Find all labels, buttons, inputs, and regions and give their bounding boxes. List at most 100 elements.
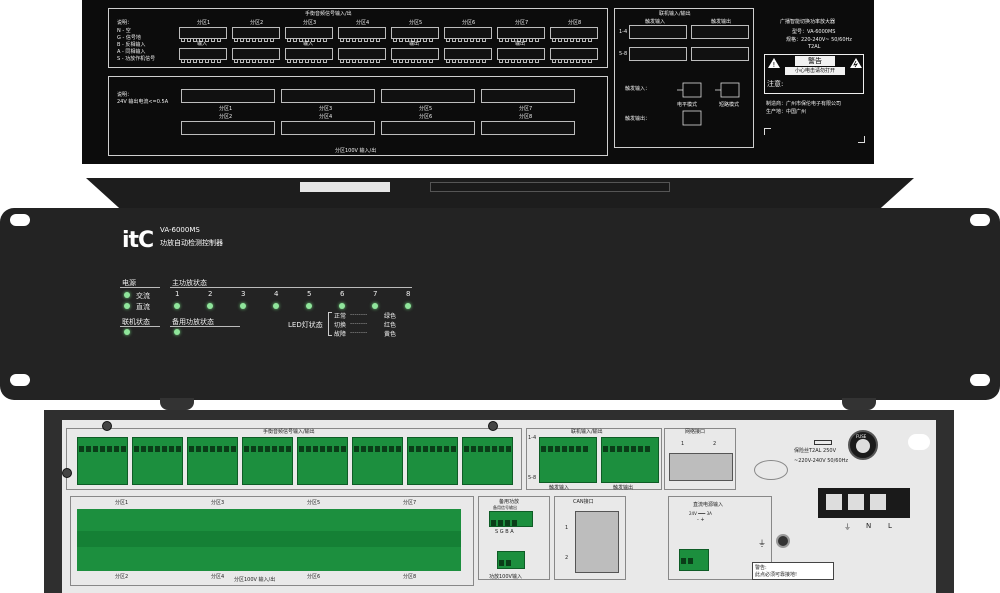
divider	[170, 287, 412, 288]
terminal-label: ⏚	[844, 523, 851, 531]
channel-number: 2	[208, 290, 213, 298]
status-dash: --------	[350, 329, 368, 336]
ground-post[interactable]	[776, 534, 790, 548]
channel-number: 5	[307, 290, 312, 298]
backup-led	[174, 329, 180, 335]
terminal-block	[338, 48, 386, 63]
channel-led	[207, 303, 213, 309]
rear-linkage-box: 联机输入/输出 1-4 5-8 触发输入 触发输出	[526, 428, 662, 491]
chassis-top-label	[300, 182, 390, 192]
dc-led	[124, 303, 130, 309]
rack-ear-slot	[970, 374, 990, 386]
linkage-row: 1-4	[528, 435, 537, 441]
screw	[102, 421, 112, 431]
ground-warning-text: 此点必须可靠接地!	[755, 572, 798, 578]
network-port[interactable]	[669, 453, 733, 481]
terminal-block	[497, 551, 525, 569]
zone-tab: 分区8	[568, 20, 582, 26]
zone-tab: 分区3	[319, 106, 333, 112]
legend-line: A - 同相输入	[117, 49, 146, 55]
chassis-top-label	[430, 182, 670, 192]
terminal-block	[285, 27, 333, 42]
power-terminal-block[interactable]	[818, 488, 910, 518]
dc-spec: 24V ═══ 3A	[689, 511, 712, 516]
terminal-block	[179, 48, 227, 63]
terminal-block	[285, 48, 333, 63]
terminal-block	[550, 27, 598, 42]
divider	[170, 326, 240, 327]
terminal-block	[338, 27, 386, 42]
zone-label: 分区2	[115, 574, 129, 580]
fuse-label: 保险丝T2AL 250V	[794, 448, 836, 454]
zone-tab: 分区6	[462, 20, 476, 26]
zone-label: 分区7	[403, 500, 417, 506]
zone-tab: 分区1	[219, 106, 233, 112]
status-state: 切换	[334, 322, 347, 329]
can-port-label: 2	[565, 555, 569, 561]
channel-number: 4	[274, 290, 279, 298]
zone-100v-title: 分区100V 输入/出	[335, 148, 377, 154]
channel-number: 1	[175, 290, 180, 298]
channel-led	[174, 303, 180, 309]
channel-led	[372, 303, 378, 309]
rack-ear-slot	[10, 214, 30, 226]
ground-warning-label: 警告: 此点必须可靠接地!	[752, 562, 834, 580]
terminal-block	[181, 121, 275, 135]
corner-mark	[764, 128, 771, 135]
zone-tab: 分区4	[356, 20, 370, 26]
zone-tab: 分区5	[419, 106, 433, 112]
rear-plate: 手衡音频信号输入/输出 联机输入/输出 1-4 5-8 触发输入 触发输出 网络…	[62, 420, 936, 593]
rear-fire-io-title: 手衡音频信号输入/输出	[263, 429, 315, 435]
io-label-output: 输出	[409, 41, 420, 47]
io-label-output: 输出	[515, 41, 526, 47]
origin-line: 生产地：中国广州	[766, 109, 807, 115]
terminal-block	[444, 27, 492, 42]
rear-fire-io-box: 手衡音频信号输入/输出	[66, 428, 522, 490]
can-port[interactable]	[575, 511, 619, 573]
zone-label: 分区5	[307, 500, 321, 506]
terminal-label: L	[888, 522, 892, 530]
linkage-row-label: 1-4	[619, 29, 628, 35]
channel-led	[405, 303, 411, 309]
channel-led	[240, 303, 246, 309]
zone-tab: 分区8	[519, 114, 533, 120]
legend-line: S - 功放作机信号	[117, 56, 156, 62]
terminal-row-top	[179, 27, 605, 42]
terminal-block	[691, 25, 749, 39]
rack-foot	[160, 398, 194, 410]
terminal-block	[232, 27, 280, 42]
zone-tab: 分区1	[197, 20, 211, 26]
terminal-block	[462, 437, 513, 485]
voltage-label: ~220V-240V 50/60Hz	[794, 458, 849, 464]
zone-tab: 分区4	[319, 114, 333, 120]
model-name: VA-6000MS	[160, 226, 200, 234]
zone-100v-box: 说明： 24V 输出电流<=0.5A 分区1 分区3 分区5 分区7 分区2 分…	[108, 76, 608, 156]
channel-number: 7	[373, 290, 378, 298]
terminal-screw	[870, 494, 886, 510]
product-name: 广播智能切换功率放大器	[780, 19, 836, 25]
terminal-block	[629, 47, 687, 61]
product-info: 广播智能切换功率放大器 型号：VA-6000MS 规格：220-240V~ 50…	[762, 8, 866, 148]
terminal-block	[444, 48, 492, 63]
brand-logo: itC	[122, 228, 154, 253]
dc-terminal[interactable]	[679, 549, 709, 571]
terminal-label: N	[866, 522, 872, 530]
fuse-line: T2AL	[808, 44, 821, 50]
rack-ear-slot	[970, 214, 990, 226]
fuse-holder[interactable]: FUSE	[848, 430, 878, 460]
terminal-block	[391, 27, 439, 42]
status-color: 黄色	[384, 331, 397, 338]
zone-label: 分区3	[211, 500, 225, 506]
rack-ear-slot	[908, 434, 930, 450]
product-subtitle: 功放自动检测控制器	[160, 239, 223, 247]
led-status-label: LED灯状态	[288, 321, 323, 329]
status-state: 故障	[334, 331, 347, 338]
can-title: CAN接口	[573, 499, 594, 505]
network-port-label: 1	[681, 441, 685, 447]
zone-tab: 分区2	[250, 20, 264, 26]
warning-triangle-icon: !	[768, 58, 780, 69]
channel-led	[306, 303, 312, 309]
rear-fire-io-terminals	[77, 437, 517, 485]
terminal-block	[481, 89, 575, 103]
terminal-block	[497, 27, 545, 42]
